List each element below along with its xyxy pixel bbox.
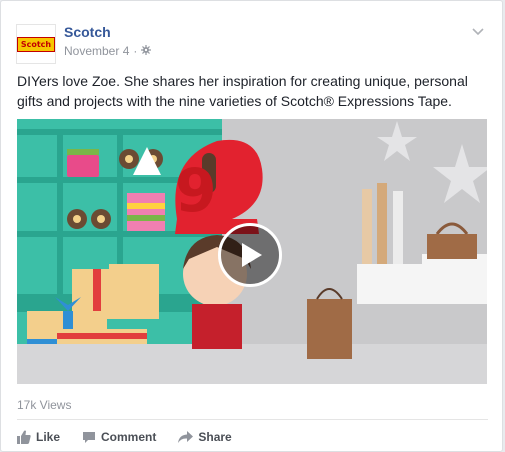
share-icon — [178, 431, 194, 443]
post-header: Scotch Scotch November 4 · — [16, 12, 488, 64]
meta-separator: · — [133, 44, 138, 58]
scotch-logo: Scotch — [17, 36, 55, 52]
comment-label: Comment — [101, 430, 157, 444]
play-button[interactable] — [218, 223, 282, 287]
thumbs-up-icon — [17, 430, 31, 444]
post-card: Scotch Scotch November 4 · DIYers love Z… — [0, 0, 503, 452]
post-text: DIYers love Zoe. She shares her inspirat… — [17, 73, 468, 109]
globe-icon — [141, 44, 152, 58]
page-avatar[interactable]: Scotch — [16, 24, 56, 64]
comment-icon — [83, 431, 96, 443]
big-number-nine: 9 — [175, 156, 217, 226]
video-player[interactable]: 9 — [17, 119, 487, 384]
comment-button[interactable]: Comment — [82, 430, 156, 444]
action-bar: Like Comment Share — [17, 426, 254, 448]
page-name-link[interactable]: Scotch — [64, 24, 111, 40]
view-count: 17k Views — [17, 398, 72, 412]
like-label: Like — [36, 430, 61, 444]
chevron-down-icon[interactable] — [472, 24, 484, 39]
share-button[interactable]: Share — [178, 430, 232, 444]
play-icon — [242, 243, 262, 267]
post-date[interactable]: November 4 — [64, 44, 129, 58]
divider — [17, 419, 488, 420]
post-meta: November 4 · — [64, 44, 152, 58]
share-label: Share — [198, 430, 232, 444]
like-button[interactable]: Like — [17, 430, 60, 444]
